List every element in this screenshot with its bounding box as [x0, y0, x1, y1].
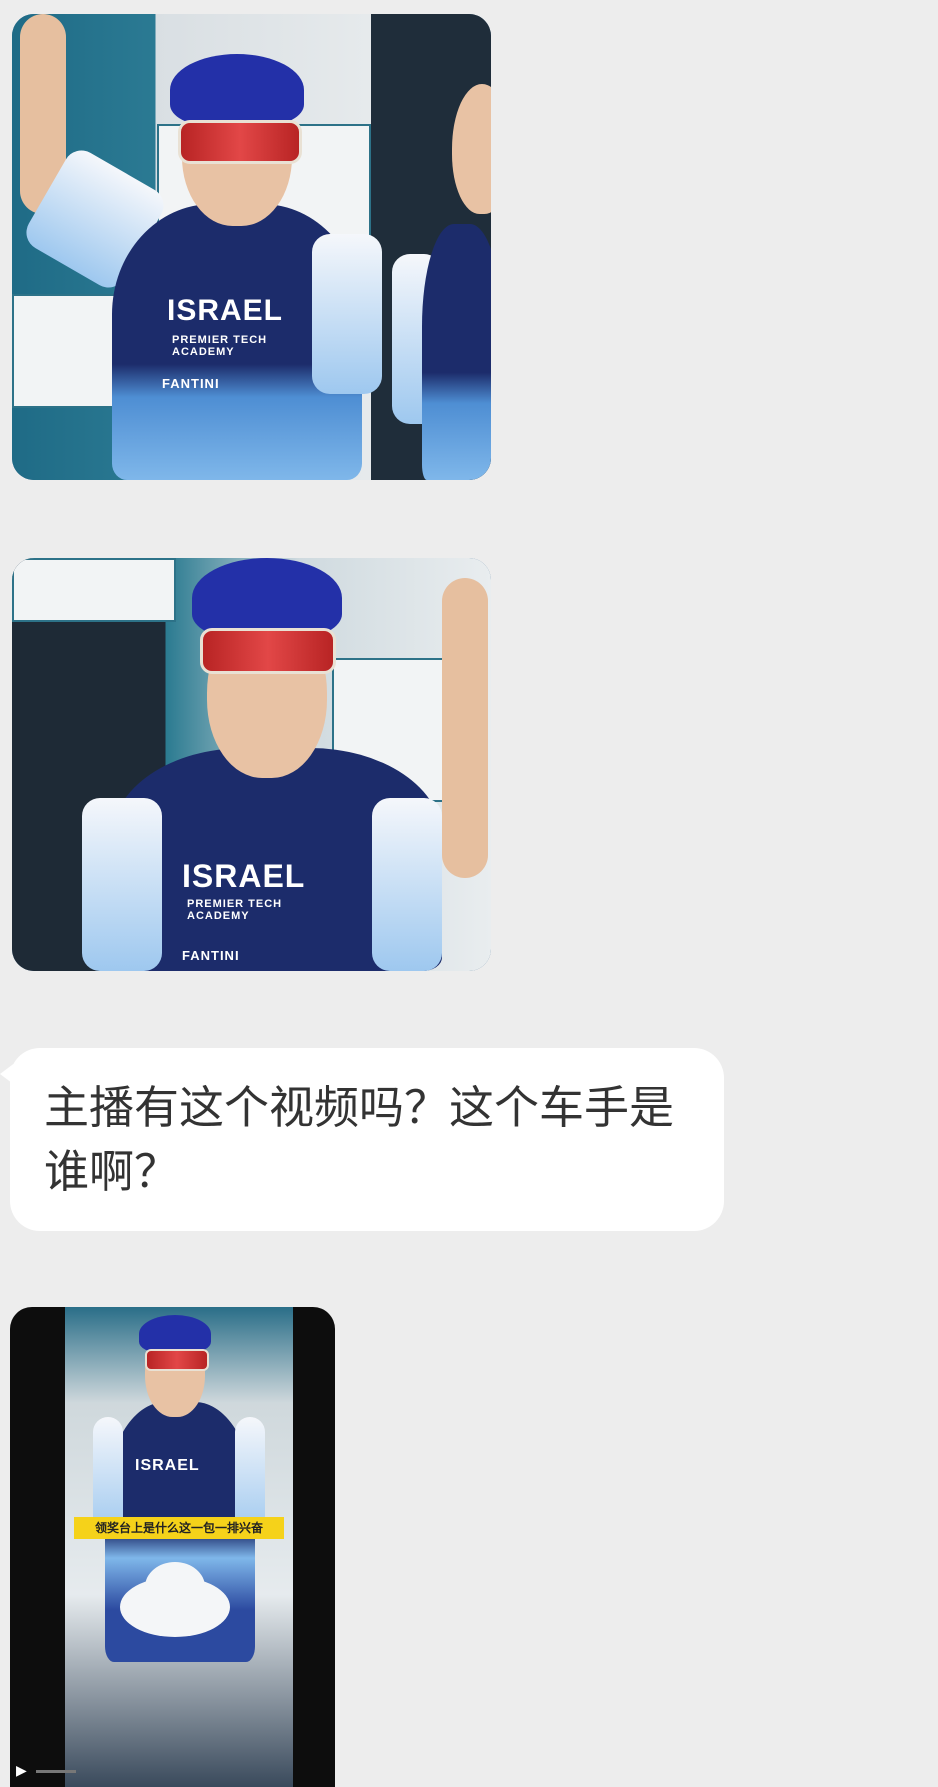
goggles-icon	[200, 628, 336, 674]
helmet-icon	[192, 558, 342, 638]
jersey-sponsor: FANTINI	[162, 376, 220, 391]
goggles-icon	[145, 1349, 209, 1371]
sponsor-board	[12, 558, 176, 622]
jersey-subtext: PREMIER TECH ACADEMY	[172, 334, 268, 358]
right-sleeve	[372, 798, 442, 971]
left-sleeve	[82, 798, 162, 971]
play-icon[interactable]: ▶	[16, 1763, 27, 1779]
cloud-sticker	[145, 1562, 205, 1612]
jersey-subtext: PREMIER TECH ACADEMY	[187, 898, 283, 922]
jersey-sponsor: FANTINI	[182, 948, 240, 963]
message-bubble[interactable]: 主播有这个视频吗？这个车手是谁啊？	[10, 1048, 724, 1231]
message-text: 主播有这个视频吗？这个车手是谁啊？	[44, 1081, 675, 1198]
video-caption: 领奖台上是什么这一包一排兴奋	[74, 1517, 284, 1539]
goggles-icon	[178, 120, 302, 164]
jersey-label: ISRAEL	[167, 294, 284, 327]
raised-hand	[442, 578, 488, 878]
chat-video[interactable]: ISRAEL 领奖台上是什么这一包一排兴奋 ▶	[10, 1307, 335, 1787]
jersey-label: ISRAEL	[182, 858, 306, 894]
video-frame: ISRAEL	[65, 1307, 293, 1787]
video-progress-bar[interactable]	[36, 1770, 76, 1773]
jersey-label: ISRAEL	[135, 1457, 200, 1474]
helmet-icon	[170, 54, 304, 126]
right-sleeve	[312, 234, 382, 394]
helmet-icon	[139, 1315, 211, 1353]
second-rider-jersey	[422, 224, 491, 480]
chat-image-1[interactable]: ISRAEL PREMIER TECH ACADEMY FANTINI	[12, 14, 491, 480]
chat-image-2[interactable]: ISRAEL PREMIER TECH ACADEMY FANTINI	[12, 558, 491, 971]
